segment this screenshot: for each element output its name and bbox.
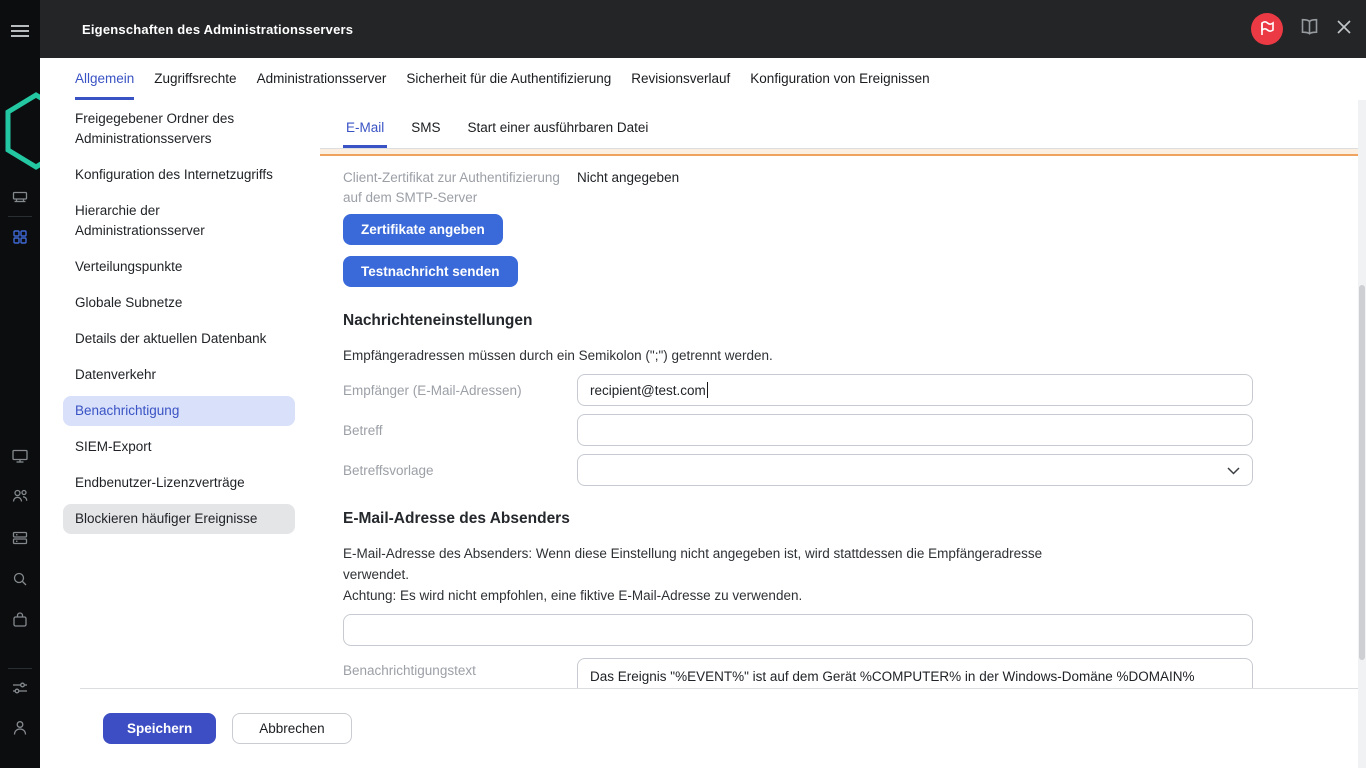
server-icon[interactable] [11,188,29,211]
nav-item-hierarchie[interactable]: Hierarchie der Administrationsserver [63,196,295,246]
sender-heading: E-Mail-Adresse des Absenders [343,510,570,527]
dialog-body: Freigegebener Ordner des Administrations… [40,100,1366,688]
save-button[interactable]: Speichern [103,713,217,744]
subject-label: Betreff [343,422,383,438]
sender-description-line1: E-Mail-Adresse des Absenders: Wenn diese… [343,546,1043,561]
nav-item-siem-export[interactable]: SIEM-Export [63,432,295,462]
app-rail [0,0,40,768]
notification-text-value: Das Ereignis "%EVENT%" ist auf dem Gerät… [590,669,1195,684]
cancel-button[interactable]: Abbrechen [232,713,352,744]
subject-template-label: Betreffsvorlage [343,462,434,478]
tab-konfiguration-ereignisse[interactable]: Konfiguration von Ereignissen [750,58,929,100]
subject-input[interactable] [577,414,1253,446]
dialog-footer: Speichern Abbrechen [80,688,1366,768]
chevron-down-icon [1227,463,1240,478]
notification-text-row: Benachrichtigungstext Das Ereignis "%EVE… [343,658,1336,688]
bag-icon[interactable] [11,611,29,634]
section-nav: Freigegebener Ordner des Administrations… [63,104,295,540]
subject-field-row: Betreff [343,414,1336,446]
dialog-titlebar: Eigenschaften des Administrationsservers [40,0,1366,58]
text-caret [706,382,708,398]
recipients-input[interactable]: recipient@test.com [577,374,1253,406]
recipients-hint: Empfängeradressen müssen durch ein Semik… [343,348,773,363]
recipients-value: recipient@test.com [590,382,706,398]
properties-dialog: Eigenschaften des Administrationsservers… [40,0,1366,768]
nav-item-internetzugriff[interactable]: Konfiguration des Internetzugriffs [63,160,295,190]
notifications-flag-badge[interactable] [1251,13,1283,45]
nav-item-datenverkehr[interactable]: Datenverkehr [63,360,295,390]
help-book-icon[interactable] [1299,17,1320,41]
subject-template-select[interactable] [577,454,1253,486]
nav-item-blockieren-ereignisse[interactable]: Blockieren häufiger Ereignisse [63,504,295,534]
nav-item-globale-subnetze[interactable]: Globale Subnetze [63,288,295,318]
tab-revisionsverlauf[interactable]: Revisionsverlauf [631,58,730,100]
client-certificate-value: Nicht angegeben [577,170,680,185]
recipients-field-row: Empfänger (E-Mail-Adressen) recipient@te… [343,374,1336,406]
notification-subtabs: E-Mail SMS Start einer ausführbaren Date… [320,100,1366,149]
nav-item-verteilungspunkte[interactable]: Verteilungspunkte [63,252,295,282]
kaspersky-logo-icon [4,92,40,175]
send-test-message-button[interactable]: Testnachricht senden [343,256,518,287]
subtab-sms[interactable]: SMS [408,120,443,148]
specify-certificates-button[interactable]: Zertifikate angeben [343,214,503,245]
monitor-icon[interactable] [11,447,29,470]
sender-description: E-Mail-Adresse des Absenders: Wenn diese… [343,543,1336,606]
nav-item-benachrichtigung[interactable]: Benachrichtigung [63,396,295,426]
client-certificate-label: Client-Zertifikat zur Authentifizierung … [343,170,560,205]
tab-sicherheit-authentifizierung[interactable]: Sicherheit für die Authentifizierung [406,58,611,100]
user-account-icon[interactable] [11,719,29,742]
scrollbar-thumb[interactable] [1359,285,1365,660]
email-settings-pane: Client-Zertifikat zur Authentifizierung … [343,157,1336,688]
search-icon[interactable] [11,570,29,593]
recipients-label: Empfänger (E-Mail-Adressen) [343,382,522,398]
dialog-tabbar: Allgemein Zugriffsrechte Administrations… [40,58,1366,100]
tab-zugriffsrechte[interactable]: Zugriffsrechte [154,58,236,100]
server-stack-icon[interactable] [11,529,29,552]
notification-text-area[interactable]: Das Ereignis "%EVENT%" ist auf dem Gerät… [577,658,1253,688]
sliders-icon[interactable] [11,679,29,702]
nav-item-lizenzvertraege[interactable]: Endbenutzer-Lizenzverträge [63,468,295,498]
close-icon[interactable] [1336,19,1352,40]
sender-field-row [343,614,1253,646]
rail-divider [8,216,32,217]
tab-administrationsserver[interactable]: Administrationsserver [257,58,387,100]
sender-input[interactable] [343,614,1253,646]
subject-template-field-row: Betreffsvorlage [343,454,1336,486]
client-certificate-row: Client-Zertifikat zur Authentifizierung … [343,157,1336,208]
rail-divider [8,668,32,669]
subtab-email[interactable]: E-Mail [343,120,388,148]
nav-item-freigegebener-ordner[interactable]: Freigegebener Ordner des Administrations… [63,104,295,154]
sender-description-line2: verwendet. [343,567,410,582]
dialog-title: Eigenschaften des Administrationsservers [82,21,354,37]
tab-allgemein[interactable]: Allgemein [75,58,135,100]
notification-content: E-Mail SMS Start einer ausführbaren Date… [320,100,1366,688]
message-settings-heading: Nachrichteneinstellungen [343,312,533,329]
notification-text-label: Benachrichtigungstext [343,663,476,678]
sender-description-line3: Achtung: Es wird nicht empfohlen, eine f… [343,588,803,603]
nav-item-datenbank-details[interactable]: Details der aktuellen Datenbank [63,324,295,354]
users-icon[interactable] [11,487,29,510]
grid-icon[interactable] [11,228,29,251]
subtab-executable[interactable]: Start einer ausführbaren Datei [465,120,652,148]
warning-banner-edge [320,149,1358,156]
vertical-scrollbar[interactable] [1358,100,1366,768]
hamburger-menu-icon[interactable] [11,24,29,43]
